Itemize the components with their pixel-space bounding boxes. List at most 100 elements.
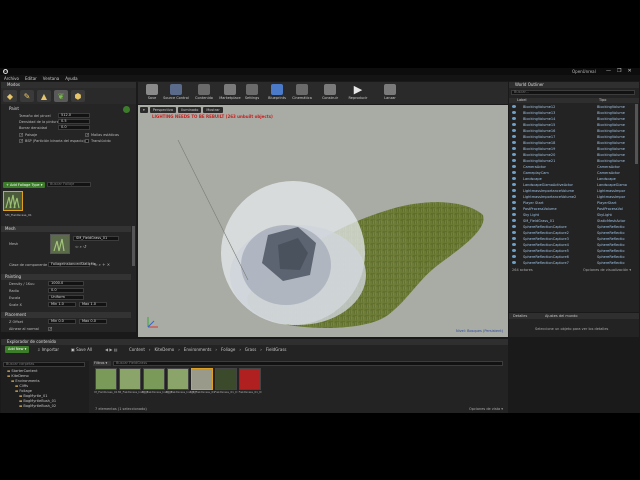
visibility-eye-icon[interactable] [512, 213, 516, 216]
visibility-eye-icon[interactable] [512, 153, 516, 156]
outliner-view-options[interactable]: Opciones de visualización ▾ [583, 268, 631, 272]
details-tab[interactable]: Detalles [513, 314, 527, 318]
mesh-section-header[interactable]: Mesh [1, 226, 131, 232]
content-button[interactable]: Contenido [190, 84, 218, 104]
asset-thumbnail[interactable] [191, 368, 213, 390]
density-input[interactable]: 1000.0 [48, 281, 84, 286]
visibility-eye-icon[interactable] [512, 117, 516, 120]
visibility-eye-icon[interactable] [512, 105, 516, 108]
asset-search-input[interactable]: Buscar FieldGrass [113, 361, 503, 366]
level-viewport[interactable]: ▾ Perspectiva Iluminado Mostrar LIGHTING… [138, 105, 508, 337]
visibility-eye-icon[interactable] [512, 249, 516, 252]
visibility-eye-icon[interactable] [512, 231, 516, 234]
breadcrumb-item[interactable]: Content [129, 347, 145, 352]
visibility-eye-icon[interactable] [512, 165, 516, 168]
perspective-button[interactable]: Perspectiva [149, 107, 177, 113]
outliner-tab[interactable]: World Outliner [509, 82, 639, 88]
menu-ayuda[interactable]: Ayuda [65, 76, 77, 81]
label-column-header[interactable]: Label [517, 98, 526, 102]
asset-thumbnail[interactable] [95, 368, 117, 390]
visibility-eye-icon[interactable] [512, 243, 516, 246]
close-button[interactable]: ✕ [627, 68, 631, 74]
mesh-thumbnail[interactable] [50, 234, 70, 254]
filters-button[interactable]: Filtros ▾ [93, 361, 111, 366]
blueprints-button[interactable]: Blueprints [263, 84, 291, 104]
landscape-mode-icon[interactable]: ▲ [37, 90, 51, 102]
menu-ventana[interactable]: Ventana [43, 76, 59, 81]
build-button[interactable]: Construir [316, 84, 344, 104]
asset-thumbnail[interactable] [239, 368, 261, 390]
world-settings-tab[interactable]: Ajustes del mundo [545, 314, 578, 318]
breadcrumb-item[interactable]: Environments [184, 347, 212, 352]
visibility-eye-icon[interactable] [512, 261, 516, 264]
brush-size-input[interactable]: 512.0 [58, 113, 90, 118]
folder-tree-item[interactable]: ▬ StarterContent [7, 369, 37, 373]
asset-thumbnail[interactable] [215, 368, 237, 390]
component-class-selector[interactable]: FoliageInstancedStaticMe [48, 262, 96, 267]
foliage-type-thumbnail[interactable] [3, 191, 23, 211]
outliner-row[interactable]: SphereReflectionCapture7 SphereReflectio [509, 260, 635, 266]
static-mesh-checkbox[interactable] [85, 132, 89, 137]
place-mode-icon[interactable]: ◆ [3, 90, 17, 102]
mesh-selector[interactable]: SM_FieldGrass_01 [73, 236, 119, 241]
folder-search-input[interactable]: Buscar carpetas [3, 362, 85, 367]
erase-density-input[interactable]: 0.0 [58, 125, 90, 130]
modes-scrollbar[interactable] [132, 226, 135, 266]
scaling-dropdown[interactable]: Uniform [48, 295, 84, 300]
foliage-search-input[interactable]: Buscar Follaje [47, 182, 91, 187]
folder-tree-item[interactable]: ▬ BogMyrtleBush_02 [19, 404, 56, 408]
add-new-button[interactable]: Add New ▾ [5, 346, 30, 353]
asset-thumbnail[interactable] [119, 368, 141, 390]
scale-x-max-input[interactable]: Max 1.0 [79, 302, 107, 307]
visibility-eye-icon[interactable] [512, 219, 516, 222]
paint-mode-icon[interactable]: ✎ [20, 90, 34, 102]
settings-button[interactable]: Settings [238, 84, 266, 104]
content-browser-tab[interactable]: Explorador de contenido [1, 339, 508, 345]
z-offset-max-input[interactable]: Max 0.0 [79, 319, 107, 324]
visibility-eye-icon[interactable] [512, 135, 516, 138]
launch-button[interactable]: Lanzar [376, 84, 404, 104]
menu-editar[interactable]: Editar [25, 76, 37, 81]
play-button[interactable]: ▶ Reproducir [344, 84, 372, 104]
visibility-eye-icon[interactable] [512, 111, 516, 114]
cinematics-button[interactable]: Cinemática [288, 84, 316, 104]
visibility-eye-icon[interactable] [512, 159, 516, 162]
view-options-button[interactable]: Opciones de vista ▾ [469, 407, 503, 411]
outliner-search-input[interactable]: Buscar... [511, 90, 635, 95]
show-button[interactable]: Mostrar [203, 107, 223, 113]
lit-button[interactable]: Iluminado [178, 107, 202, 113]
viewport-menu-button[interactable]: ▾ [140, 107, 148, 113]
breadcrumb-item[interactable]: KiteDemo [155, 347, 175, 352]
breadcrumb-item[interactable]: Grass [245, 347, 256, 352]
folder-tree-item[interactable]: ▬ Foliage [15, 389, 32, 393]
visibility-eye-icon[interactable] [512, 201, 516, 204]
visibility-eye-icon[interactable] [512, 183, 516, 186]
asset-thumbnail[interactable] [167, 368, 189, 390]
component-class-icons[interactable]: ⇦ ⌕ + ✕ [94, 262, 110, 267]
folder-tree-item[interactable]: ▬ Environments [11, 379, 40, 383]
folder-tree-item[interactable]: ▬ KiteDemo [7, 374, 29, 378]
visibility-eye-icon[interactable] [512, 189, 516, 192]
asset-thumbnail[interactable] [143, 368, 165, 390]
visibility-eye-icon[interactable] [512, 147, 516, 150]
breadcrumb-item[interactable]: Foliage [221, 347, 235, 352]
visibility-eye-icon[interactable] [512, 141, 516, 144]
folder-tree-item[interactable]: ▬ BogMyrtle_01 [19, 394, 47, 398]
paint-density-input[interactable]: 0.5 [58, 119, 90, 124]
visibility-eye-icon[interactable] [512, 207, 516, 210]
translucent-checkbox[interactable] [85, 139, 89, 143]
painting-section-header[interactable]: Painting [1, 274, 131, 280]
scale-x-min-input[interactable]: Min 1.0 [48, 302, 76, 307]
visibility-eye-icon[interactable] [512, 171, 516, 174]
visibility-eye-icon[interactable] [512, 255, 516, 258]
landscape-checkbox[interactable] [19, 132, 23, 137]
breadcrumb-item[interactable]: FieldGrass [266, 347, 287, 352]
geometry-mode-icon[interactable]: ⬢ [71, 90, 85, 102]
folder-tree-item[interactable]: ▬ Cliffs [15, 384, 28, 388]
save-all-button[interactable]: ▣ Save All [71, 347, 92, 352]
source-control-button[interactable]: Source Control [162, 84, 190, 104]
minimize-button[interactable]: — [606, 68, 611, 74]
add-foliage-type-button[interactable]: + Add Foliage Type ▾ [3, 182, 46, 188]
bsp-checkbox[interactable] [19, 138, 23, 143]
outliner-scrollbar[interactable] [635, 104, 638, 164]
